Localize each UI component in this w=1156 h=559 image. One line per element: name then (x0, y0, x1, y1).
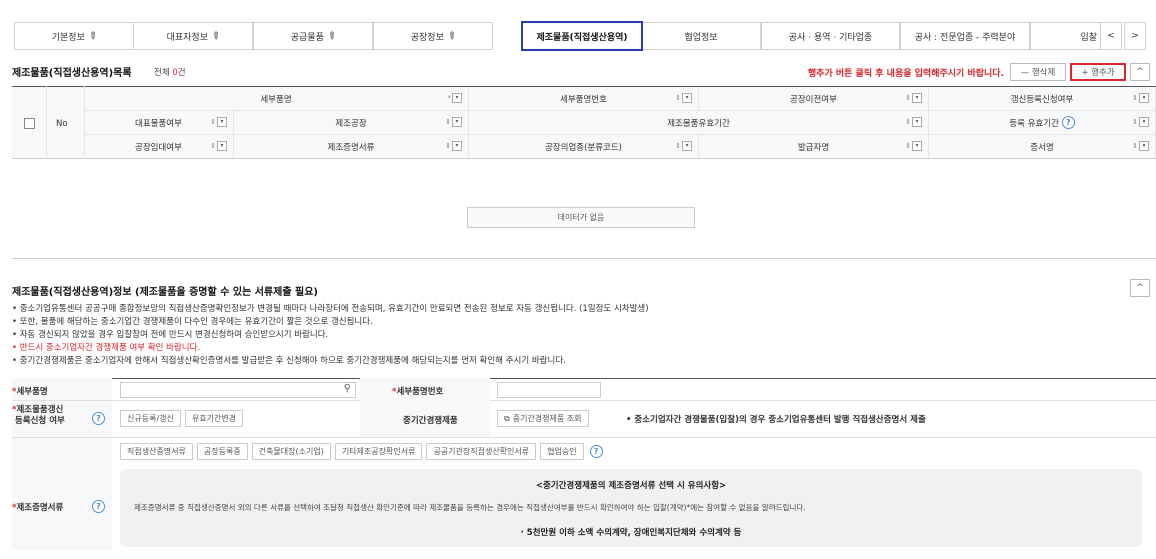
competition-lookup-button[interactable]: ⧉ 중기간경쟁제품 조회 (497, 410, 589, 427)
competition-note: • 중소기업자간 경쟁물품(입찰)의 경우 중소기업유통센터 발행 직접생산증명… (626, 415, 926, 425)
header-row-1: 세부품명 * ▾ 세부품명번호 ⇕ ▾ 공장이전여부 ⇕ ▾ 갱신등록신청여부 ⇕ ▾ (84, 87, 1156, 110)
edit-pencil-icon: ✎ (208, 29, 223, 43)
renew-option-change[interactable]: 유효기간변경 (184, 410, 244, 427)
help-icon[interactable]: ? (92, 412, 105, 425)
filter-dropdown-icon: ▾ (912, 141, 922, 151)
total-prefix: 전체 (154, 68, 170, 78)
edit-pencil-icon: ✎ (444, 29, 458, 43)
chevron-right-icon: > (1131, 31, 1139, 41)
filter-dropdown-icon: ▾ (912, 117, 922, 127)
col-representative[interactable]: 대표물품여부 ⇕ ▾ (84, 111, 234, 134)
chevron-up-icon: ^ (1136, 283, 1144, 293)
tab-4[interactable]: 제조물품(직접생산용역) (521, 21, 643, 51)
item-no-label: *세부품명번호 (392, 387, 444, 397)
tab-8[interactable]: 입찰 (1030, 22, 1102, 50)
col-issuer[interactable]: 발급자명 ⇕ ▾ (699, 135, 929, 158)
notice-panel: <중기간경쟁제품의 제조증명서류 선택 시 유의사항> 제조증명서류 중 직접생… (120, 469, 1142, 547)
select-all-checkbox[interactable] (24, 118, 35, 129)
notice-panel-title: <중기간경쟁제품의 제조증명서류 선택 시 유의사항> (535, 481, 727, 491)
doc-option[interactable]: 기타제조공장확인서류 (334, 443, 423, 460)
search-icon[interactable]: ⚲ (344, 383, 351, 394)
no-column-header: No (56, 119, 68, 129)
add-row-button[interactable]: + 행추가 (1070, 63, 1126, 81)
col-factory[interactable]: 제조공장 ⇕ ▾ (234, 111, 469, 134)
list-title: 제조물품(직접생산용역)목록 (12, 68, 132, 79)
edit-pencil-icon: ✎ (324, 29, 338, 43)
col-renew-request[interactable]: 갱신등록신청여부 ⇕ ▾ (929, 87, 1156, 110)
info-bullet: • 중기간경쟁제품은 중소기업자에 한해서 직접생산확인증명서를 발급받은 후 … (12, 356, 566, 366)
col-item-name[interactable]: 세부품명 * ▾ (84, 87, 469, 110)
filter-dropdown-icon: ▾ (452, 141, 462, 151)
info-title: 제조물품(직접생산용역)정보 (제조물품을 증명할 수 있는 서류제출 필요) (12, 287, 318, 298)
doc-option[interactable]: 직접생산증명서류 (120, 443, 193, 460)
filter-dropdown-icon: ▾ (217, 117, 227, 127)
col-factory-move[interactable]: 공장이전여부 ⇕ ▾ (699, 87, 929, 110)
help-icon[interactable]: ? (1061, 116, 1075, 129)
tab-prev-button[interactable]: < (1100, 22, 1122, 50)
info-collapse-button[interactable]: ^ (1130, 279, 1150, 297)
renew-label: *제조물품갱신 등록신청 여부 (12, 405, 65, 426)
filter-dropdown-icon: ▾ (452, 117, 462, 127)
filter-dropdown-icon: ▾ (1139, 117, 1149, 127)
tab-3[interactable]: 공장정보 ✎ (373, 22, 493, 50)
renew-options: 신규등록/갱신 유효기간변경 (120, 410, 247, 427)
header-row-3: 공장임대여부 ⇕ ▾ 제조증명서류 ⇕ ▾ 공장의업종(분류코드) ⇕ ▾ 발급자명 ⇕ ▾ 증… (84, 135, 1156, 158)
filter-dropdown-icon: ▾ (217, 141, 227, 151)
filter-dropdown-icon: ▾ (1139, 93, 1149, 103)
info-bullet: • 중소기업유통센터 공공구매 종합정보망의 직접생산증명확인정보가 변경될 때… (12, 304, 649, 314)
filter-dropdown-icon: ▾ (1139, 141, 1149, 151)
edit-pencil-icon: ✎ (85, 29, 99, 43)
list-total: 전체 0건 (154, 66, 186, 78)
notice-panel-text: 제조증명서류 중 직접생산증명서 외의 다른 서류를 선택하여 조달청 직접생산… (134, 503, 806, 512)
item-name-label: *세부품명 (12, 387, 48, 397)
col-item-number[interactable]: 세부품명번호 ⇕ ▾ (469, 87, 699, 110)
col-factory-lease[interactable]: 공장임대여부 ⇕ ▾ (84, 135, 234, 158)
competition-lookup: ⧉ 중기간경쟁제품 조회 (497, 410, 593, 427)
col-cert-name[interactable]: 증서명 ⇕ ▾ (929, 135, 1156, 158)
info-bullet: • 자동 갱신되지 않았을 경우 입찰참여 전에 반드시 변경신청하여 승인받으… (12, 330, 329, 340)
filter-dropdown-icon: ▾ (912, 93, 922, 103)
tab-6[interactable]: 공사 · 용역 · 기타업종 (761, 22, 900, 50)
external-link-icon: ⧉ (504, 413, 510, 423)
total-suffix: 건 (177, 68, 186, 78)
doc-option[interactable]: 건축물대장(소기업) (251, 443, 331, 460)
tab-next-button[interactable]: > (1124, 22, 1146, 50)
filter-dropdown-icon: ▾ (682, 141, 692, 151)
filter-dropdown-icon: ▾ (452, 93, 462, 103)
info-bullet: • 반드시 중소기업자간 경쟁제품 여부 확인 바랍니다. (12, 343, 201, 353)
header-row-2: 대표물품여부 ⇕ ▾ 제조공장 ⇕ ▾ 제조물품유효기간 ⇕ ▾ 등록 유효기간 ? ⇕ ▾ (84, 111, 1156, 134)
item-no-input[interactable] (497, 382, 601, 398)
doc-option[interactable]: 공공기관장직접생산확인서류 (426, 443, 537, 460)
doc-option[interactable]: 공장등록증 (196, 443, 248, 460)
col-proof-docs[interactable]: 제조증명서류 ⇕ ▾ (234, 135, 469, 158)
tab-1[interactable]: 대표자정보 ✎ (133, 22, 253, 50)
tab-0[interactable]: 기본정보 ✎ (14, 22, 134, 50)
doc-options: 직접생산증명서류 공장등록증 건축물대장(소기업) 기타제조공장확인서류 공공기관장직접… (120, 443, 603, 460)
help-icon[interactable]: ? (589, 445, 603, 458)
col-reg-validity[interactable]: 등록 유효기간 ? ⇕ ▾ (929, 111, 1156, 134)
empty-data-message: 데이터가 없음 (467, 207, 695, 228)
add-row-notice: 행추가 버튼 클릭 후 내용을 입력해주시기 바랍니다. (807, 69, 1004, 79)
tab-2[interactable]: 공급물품 ✎ (253, 22, 373, 50)
col-validity[interactable]: 제조물품유효기간 ⇕ ▾ (469, 111, 929, 134)
docs-label: *제조증명서류 (12, 503, 64, 513)
notice-panel-list: · 5천만원 이하 소액 수의계약, 장애인복지단체와 수의계약 등 (520, 528, 742, 538)
renew-option-new[interactable]: 신규등록/갱신 (120, 410, 181, 427)
form-label-column (12, 378, 112, 550)
filter-dropdown-icon: ▾ (682, 93, 692, 103)
col-industry-code[interactable]: 공장의업종(분류코드) ⇕ ▾ (469, 135, 699, 158)
tab-5[interactable]: 협업정보 (641, 22, 761, 50)
chevron-left-icon: < (1107, 31, 1115, 41)
info-bullet: • 또한, 물품에 해당하는 중소기업간 경쟁제품이 다수인 경우에는 유효기간… (12, 317, 373, 327)
doc-option[interactable]: 협업승인 (540, 443, 584, 460)
delete-row-button[interactable]: — 행삭제 (1010, 63, 1066, 81)
item-name-input[interactable]: ⚲ (120, 382, 356, 398)
chevron-up-icon: ^ (1136, 67, 1144, 77)
help-icon[interactable]: ? (92, 500, 105, 513)
list-collapse-button[interactable]: ^ (1130, 63, 1150, 81)
tab-7[interactable]: 공사 : 전문업종 - 주력분야 (900, 22, 1030, 50)
competition-label: 중기간경쟁제품 (403, 416, 458, 426)
